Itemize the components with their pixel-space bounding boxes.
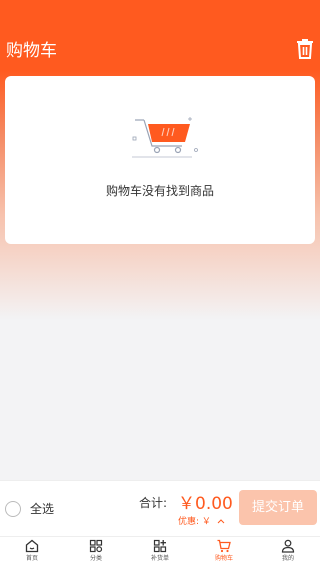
empty-cart-message: 购物车没有找到商品 [105,184,214,198]
tab-restock[interactable]: 补货单 [128,537,192,563]
restock-icon [153,539,167,553]
discount-toggle[interactable]: 优惠: ￥ [178,514,225,527]
select-all-radio[interactable] [5,500,21,517]
bottom-tab-bar: 首页 分类 补货单 购物车 我的 [0,536,320,563]
select-all-label: 全选 [30,502,55,516]
category-icon [89,539,103,553]
cart-icon [217,539,231,553]
select-all-toggle[interactable]: 全选 [5,500,54,517]
page-title: 购物车 [6,41,57,61]
tab-cart[interactable]: 购物车 [192,537,256,563]
submit-order-button[interactable]: 提交订单 [239,490,317,525]
checkout-bar: 全选 合计: ￥0.00 优惠: ￥ 提交订单 [0,480,320,537]
tab-category[interactable]: 分类 [64,537,128,563]
user-icon [281,539,295,553]
home-icon [25,539,39,553]
total-value: ￥0.00 [178,494,233,514]
page-header: 购物车 [0,34,320,68]
tab-home[interactable]: 首页 [0,537,64,563]
discount-label: 优惠: ￥ [178,517,211,527]
tab-profile[interactable]: 我的 [256,537,320,563]
empty-cart-card: 购物车没有找到商品 [5,76,315,244]
total-label: 合计: [139,496,168,510]
empty-cart-illustration [132,117,198,158]
trash-icon[interactable] [296,39,314,59]
chevron-up-icon [217,519,225,524]
